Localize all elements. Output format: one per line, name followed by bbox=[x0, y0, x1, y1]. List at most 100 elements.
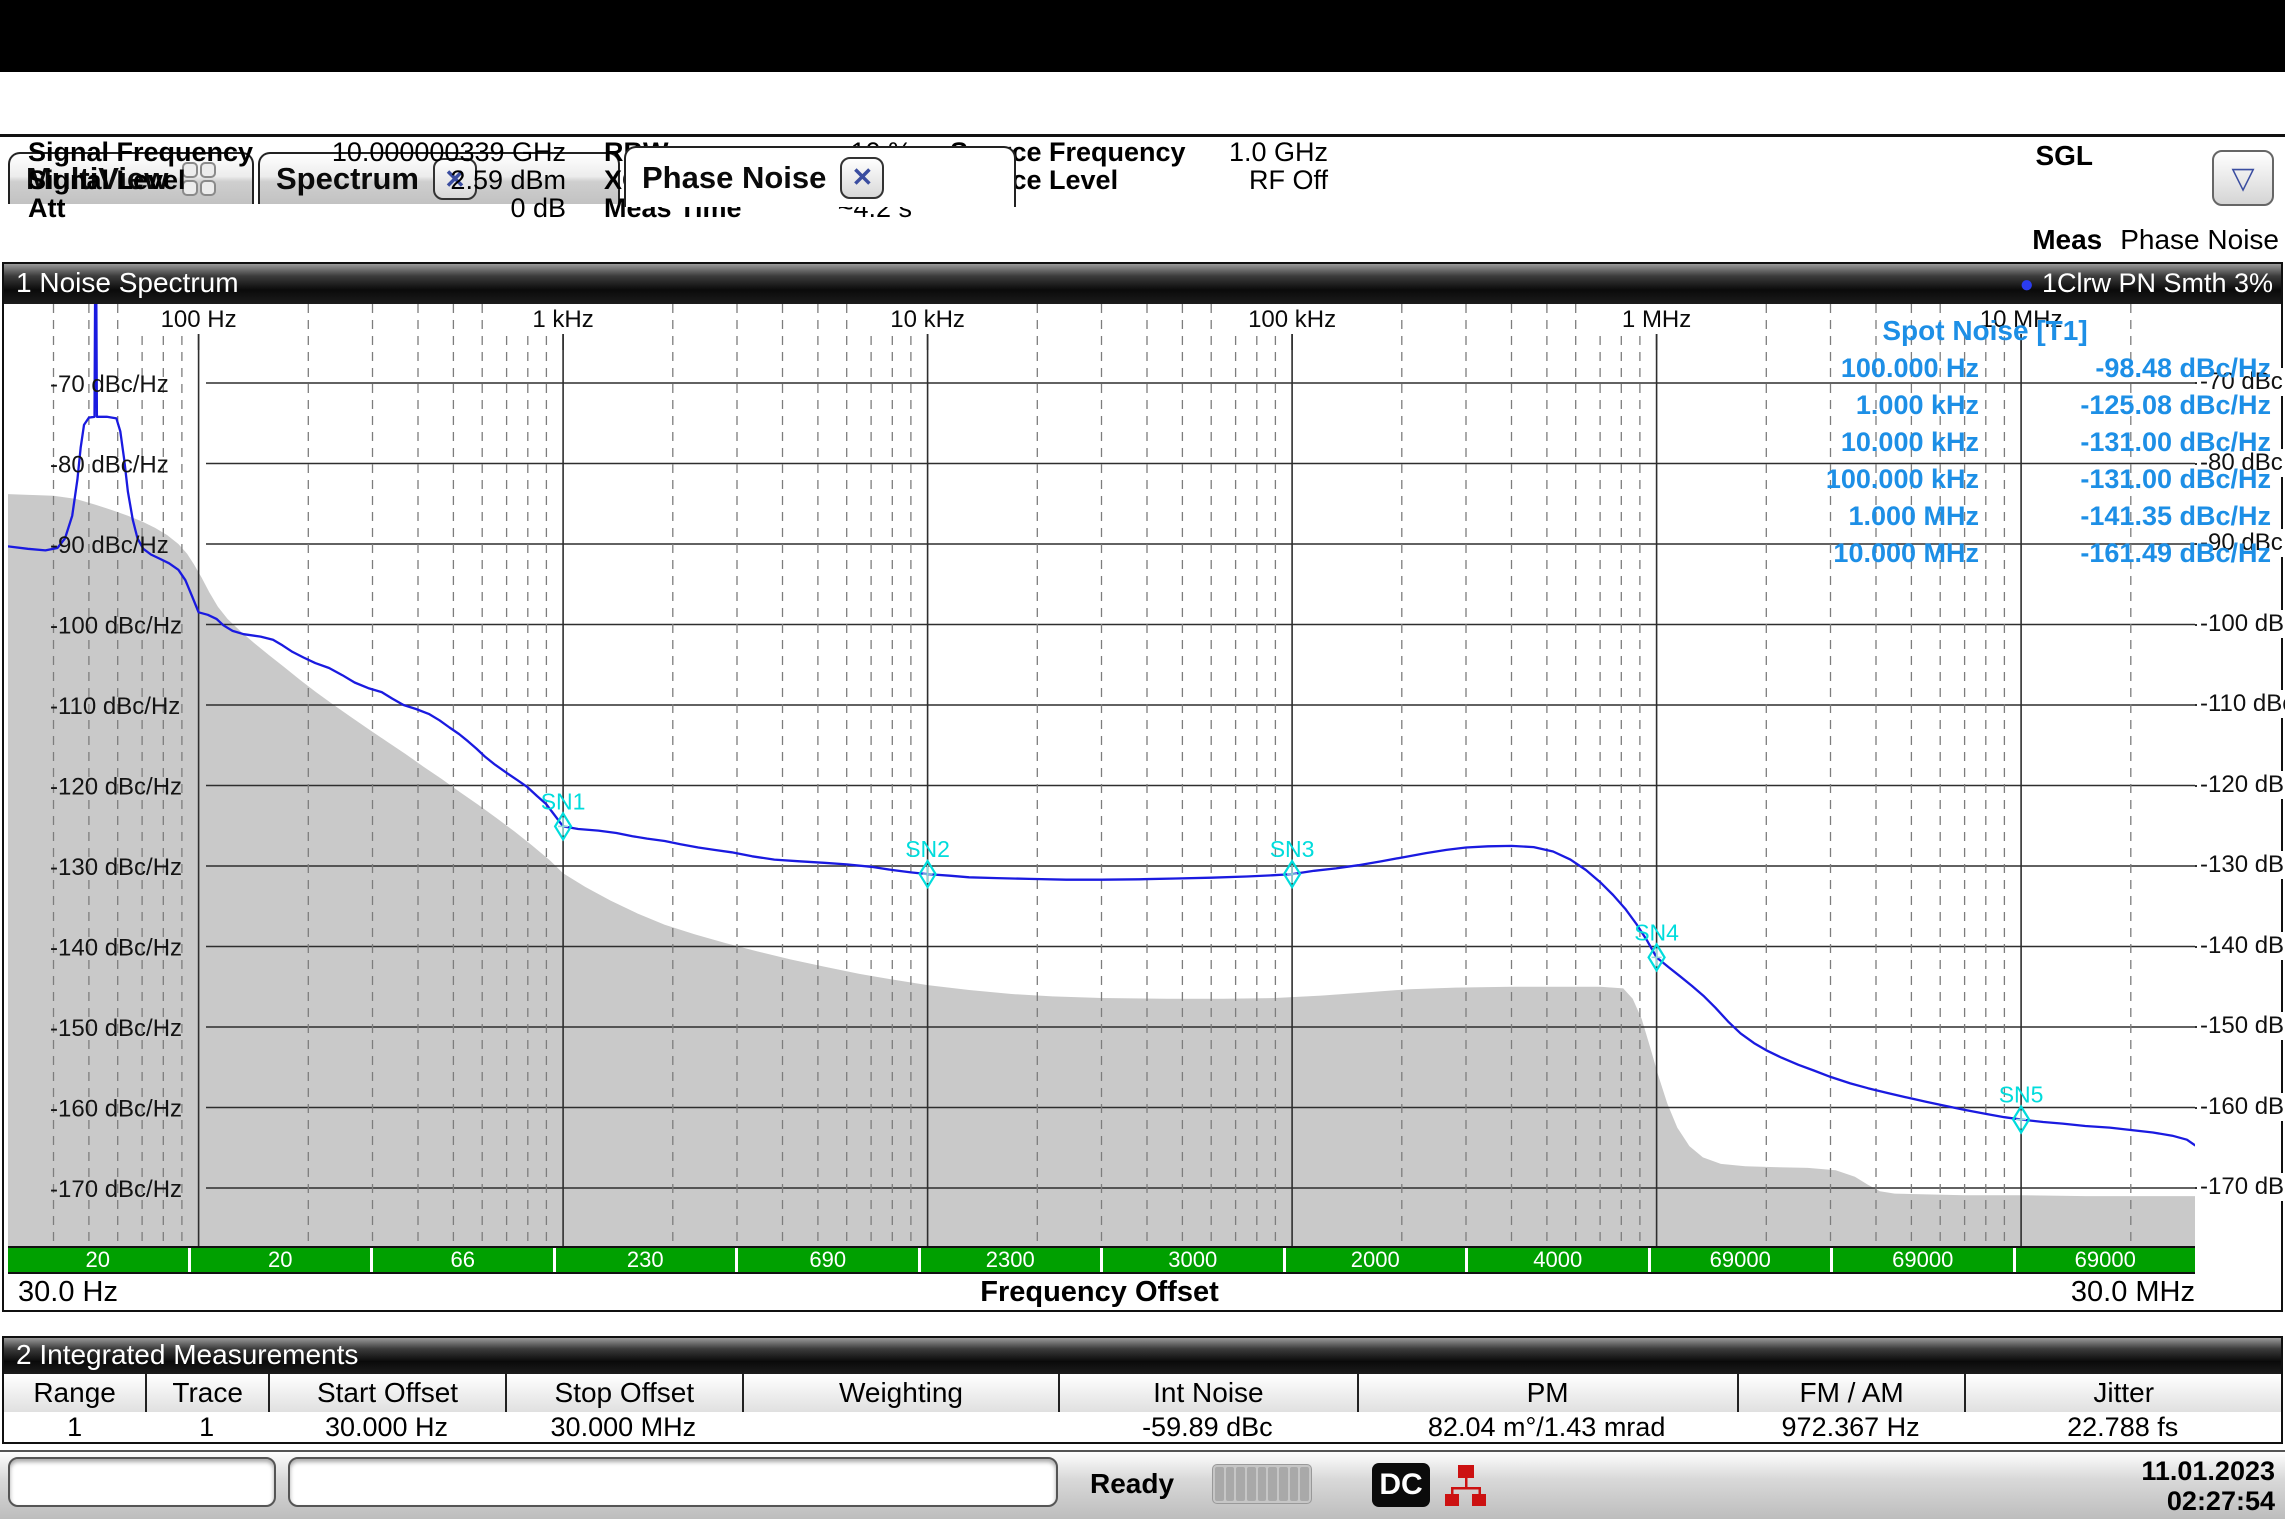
spot-noise-frequency: 10.000 kHz bbox=[1841, 424, 1979, 461]
integrated-column-header: Range bbox=[4, 1374, 145, 1412]
xcorr-segment: 20 bbox=[8, 1248, 188, 1272]
integrated-column-header: PM bbox=[1357, 1374, 1737, 1412]
spot-noise-title: Spot Noise [T1] bbox=[1699, 312, 2271, 350]
y-axis-left-label: -150 dBc/Hz bbox=[50, 1015, 182, 1042]
header-readout-value[interactable]: 0 dB bbox=[510, 194, 566, 222]
xcorr-segment: 69000 bbox=[2016, 1248, 2196, 1272]
spot-noise-value: -98.48 dBc/Hz bbox=[2095, 350, 2271, 387]
y-axis-left-label: -120 dBc/Hz bbox=[50, 774, 182, 801]
spot-noise-value: -141.35 dBc/Hz bbox=[2080, 498, 2271, 535]
integrated-column-header: Start Offset bbox=[268, 1374, 505, 1412]
date-time-readout: 11.01.2023 02:27:54 bbox=[2141, 1456, 2275, 1516]
integrated-cell: 30.000 MHz bbox=[505, 1412, 742, 1442]
xcorr-segment: 69000 bbox=[1651, 1248, 1831, 1272]
xcorr-segment: 20 bbox=[191, 1248, 371, 1272]
integrated-column-header: Stop Offset bbox=[505, 1374, 742, 1412]
spot-noise-row: 1.000 kHz-125.08 dBc/Hz bbox=[1699, 387, 2271, 424]
y-axis-right-label: -170 dBc bbox=[2197, 1173, 2285, 1201]
phase-noise-plot-region: SN1SN2SN3SN4SN5100 Hz1 kHz10 kHz100 kHz1… bbox=[4, 304, 2281, 1246]
spot-noise-row: 100.000 kHz-131.00 dBc/Hz bbox=[1699, 461, 2271, 498]
integrated-measurements-window: 2 Integrated Measurements RangeTraceStar… bbox=[2, 1336, 2283, 1444]
header-readout-row: Signal Level 2.59 dBm bbox=[28, 166, 566, 194]
meas-mode-readout: Meas Phase Noise bbox=[2032, 224, 2279, 256]
network-status-icon bbox=[1444, 1463, 1488, 1509]
y-axis-left-label: -130 dBc/Hz bbox=[50, 854, 182, 881]
spot-noise-value: -125.08 dBc/Hz bbox=[2080, 387, 2271, 424]
integrated-cell: 1 bbox=[4, 1412, 145, 1442]
xcorr-segment: 66 bbox=[373, 1248, 553, 1272]
integrated-cell: -59.89 dBc bbox=[1058, 1412, 1356, 1442]
svg-text:SN5: SN5 bbox=[1999, 1081, 2044, 1107]
integrated-cell: 82.04 m°/1.43 mrad bbox=[1357, 1412, 1737, 1442]
header-readout-row: Signal Frequency10.000000339 GHz bbox=[28, 138, 566, 166]
integrated-cell bbox=[742, 1412, 1059, 1442]
integrated-measurements-title-bar: 2 Integrated Measurements bbox=[4, 1338, 2281, 1374]
x-axis-decade-label: 100 kHz bbox=[1248, 306, 1336, 333]
y-axis-left-label: -70 dBc/Hz bbox=[50, 371, 169, 398]
progress-segment bbox=[1290, 1467, 1299, 1501]
integrated-table-header: RangeTraceStart OffsetStop OffsetWeighti… bbox=[4, 1374, 2281, 1413]
header-readout-value[interactable]: 1.0 GHz bbox=[1229, 138, 1328, 166]
measurement-progress-bar bbox=[1212, 1464, 1312, 1504]
spot-noise-frequency: 100.000 kHz bbox=[1826, 461, 1979, 498]
y-axis-left-label: -80 dBc/Hz bbox=[50, 452, 169, 479]
y-axis-right-label: -160 dBc bbox=[2197, 1093, 2285, 1121]
xcorr-segment: 2000 bbox=[1286, 1248, 1466, 1272]
tab-phase-noise[interactable]: Phase Noise bbox=[624, 146, 1016, 207]
y-axis-left-label: -160 dBc/Hz bbox=[50, 1096, 182, 1123]
y-axis-left-label: -90 dBc/Hz bbox=[50, 532, 169, 559]
svg-text:SN1: SN1 bbox=[541, 788, 586, 814]
meas-mode-label: Meas bbox=[2032, 224, 2102, 255]
y-axis-right-label: -120 dBc bbox=[2197, 771, 2285, 799]
integrated-measurements-title: 2 Integrated Measurements bbox=[16, 1339, 358, 1370]
spot-noise-row: 1.000 MHz -141.35 dBc/Hz bbox=[1699, 498, 2271, 535]
progress-segment bbox=[1247, 1467, 1256, 1501]
y-axis-right-label: -140 dBc bbox=[2197, 932, 2285, 960]
y-axis-left-label: -110 dBc/Hz bbox=[50, 693, 180, 720]
progress-segment bbox=[1268, 1467, 1277, 1501]
spot-noise-frequency: 1.000 MHz bbox=[1848, 498, 1979, 535]
svg-text:SN4: SN4 bbox=[1634, 919, 1679, 945]
y-axis-right-label: -150 dBc bbox=[2197, 1012, 2285, 1040]
header-readout-value[interactable]: 2.59 dBm bbox=[450, 166, 566, 194]
y-axis-right-label: -130 dBc bbox=[2197, 851, 2285, 879]
header-readout-value[interactable]: 10.000000339 GHz bbox=[332, 138, 566, 166]
channel-tab-bar: MultiView Spectrum Phase Noise bbox=[0, 72, 2285, 137]
header-readout-label: Signal Level bbox=[28, 165, 186, 195]
progress-segment bbox=[1236, 1467, 1245, 1501]
integrated-column-header: Jitter bbox=[1964, 1374, 2281, 1412]
spot-noise-row: 10.000 MHz-161.49 dBc/Hz bbox=[1699, 535, 2271, 572]
integrated-column-header: Trace bbox=[145, 1374, 268, 1412]
integrated-cell: 972.367 Hz bbox=[1737, 1412, 1965, 1442]
y-axis-left-label: -140 dBc/Hz bbox=[50, 935, 182, 962]
meas-mode-value: Phase Noise bbox=[2120, 224, 2279, 255]
x-axis-row: 30.0 Hz Frequency Offset 30.0 MHz bbox=[4, 1274, 2281, 1310]
progress-segment bbox=[1215, 1467, 1224, 1501]
noise-spectrum-title: 1 Noise Spectrum bbox=[16, 267, 239, 298]
time-readout: 02:27:54 bbox=[2141, 1486, 2275, 1516]
date-readout: 11.01.2023 bbox=[2141, 1456, 2275, 1486]
header-readout-row: Att0 dB bbox=[28, 194, 566, 222]
x-axis-decade-label: 10 kHz bbox=[890, 306, 965, 333]
integrated-column-header: Weighting bbox=[742, 1374, 1059, 1412]
spot-noise-row: 100.000 Hz -98.48 dBc/Hz bbox=[1699, 350, 2271, 387]
trace-legend: 1Clrw PN Smth 3% bbox=[2019, 264, 2273, 302]
tab-list-dropdown-button[interactable] bbox=[2212, 150, 2274, 206]
integrated-cell: 22.788 fs bbox=[1964, 1412, 2281, 1442]
tab-phase-noise-label: Phase Noise bbox=[642, 160, 826, 196]
status-bar: Ready DC 11.01.2023 02:27:54 bbox=[0, 1450, 2285, 1519]
integrated-column-header: Int Noise bbox=[1058, 1374, 1356, 1412]
integrated-column-header: FM / AM bbox=[1737, 1374, 1965, 1412]
close-phase-noise-tab-button[interactable] bbox=[840, 157, 884, 199]
y-axis-left-label: -170 dBc/Hz bbox=[50, 1176, 182, 1203]
spot-noise-value: -161.49 dBc/Hz bbox=[2080, 535, 2271, 572]
spot-noise-row: 10.000 kHz-131.00 dBc/Hz bbox=[1699, 424, 2271, 461]
spot-noise-frequency: 100.000 Hz bbox=[1841, 350, 1979, 387]
integrated-cell: 30.000 Hz bbox=[268, 1412, 505, 1442]
svg-text:SN2: SN2 bbox=[905, 836, 950, 862]
noise-spectrum-title-bar: 1 Noise Spectrum 1Clrw PN Smth 3% bbox=[4, 264, 2281, 304]
y-axis-left-label: -100 dBc/Hz bbox=[50, 613, 182, 640]
xcorr-segment: 690 bbox=[738, 1248, 918, 1272]
header-readout-value[interactable]: RF Off bbox=[1249, 166, 1328, 194]
progress-segment bbox=[1300, 1467, 1309, 1501]
